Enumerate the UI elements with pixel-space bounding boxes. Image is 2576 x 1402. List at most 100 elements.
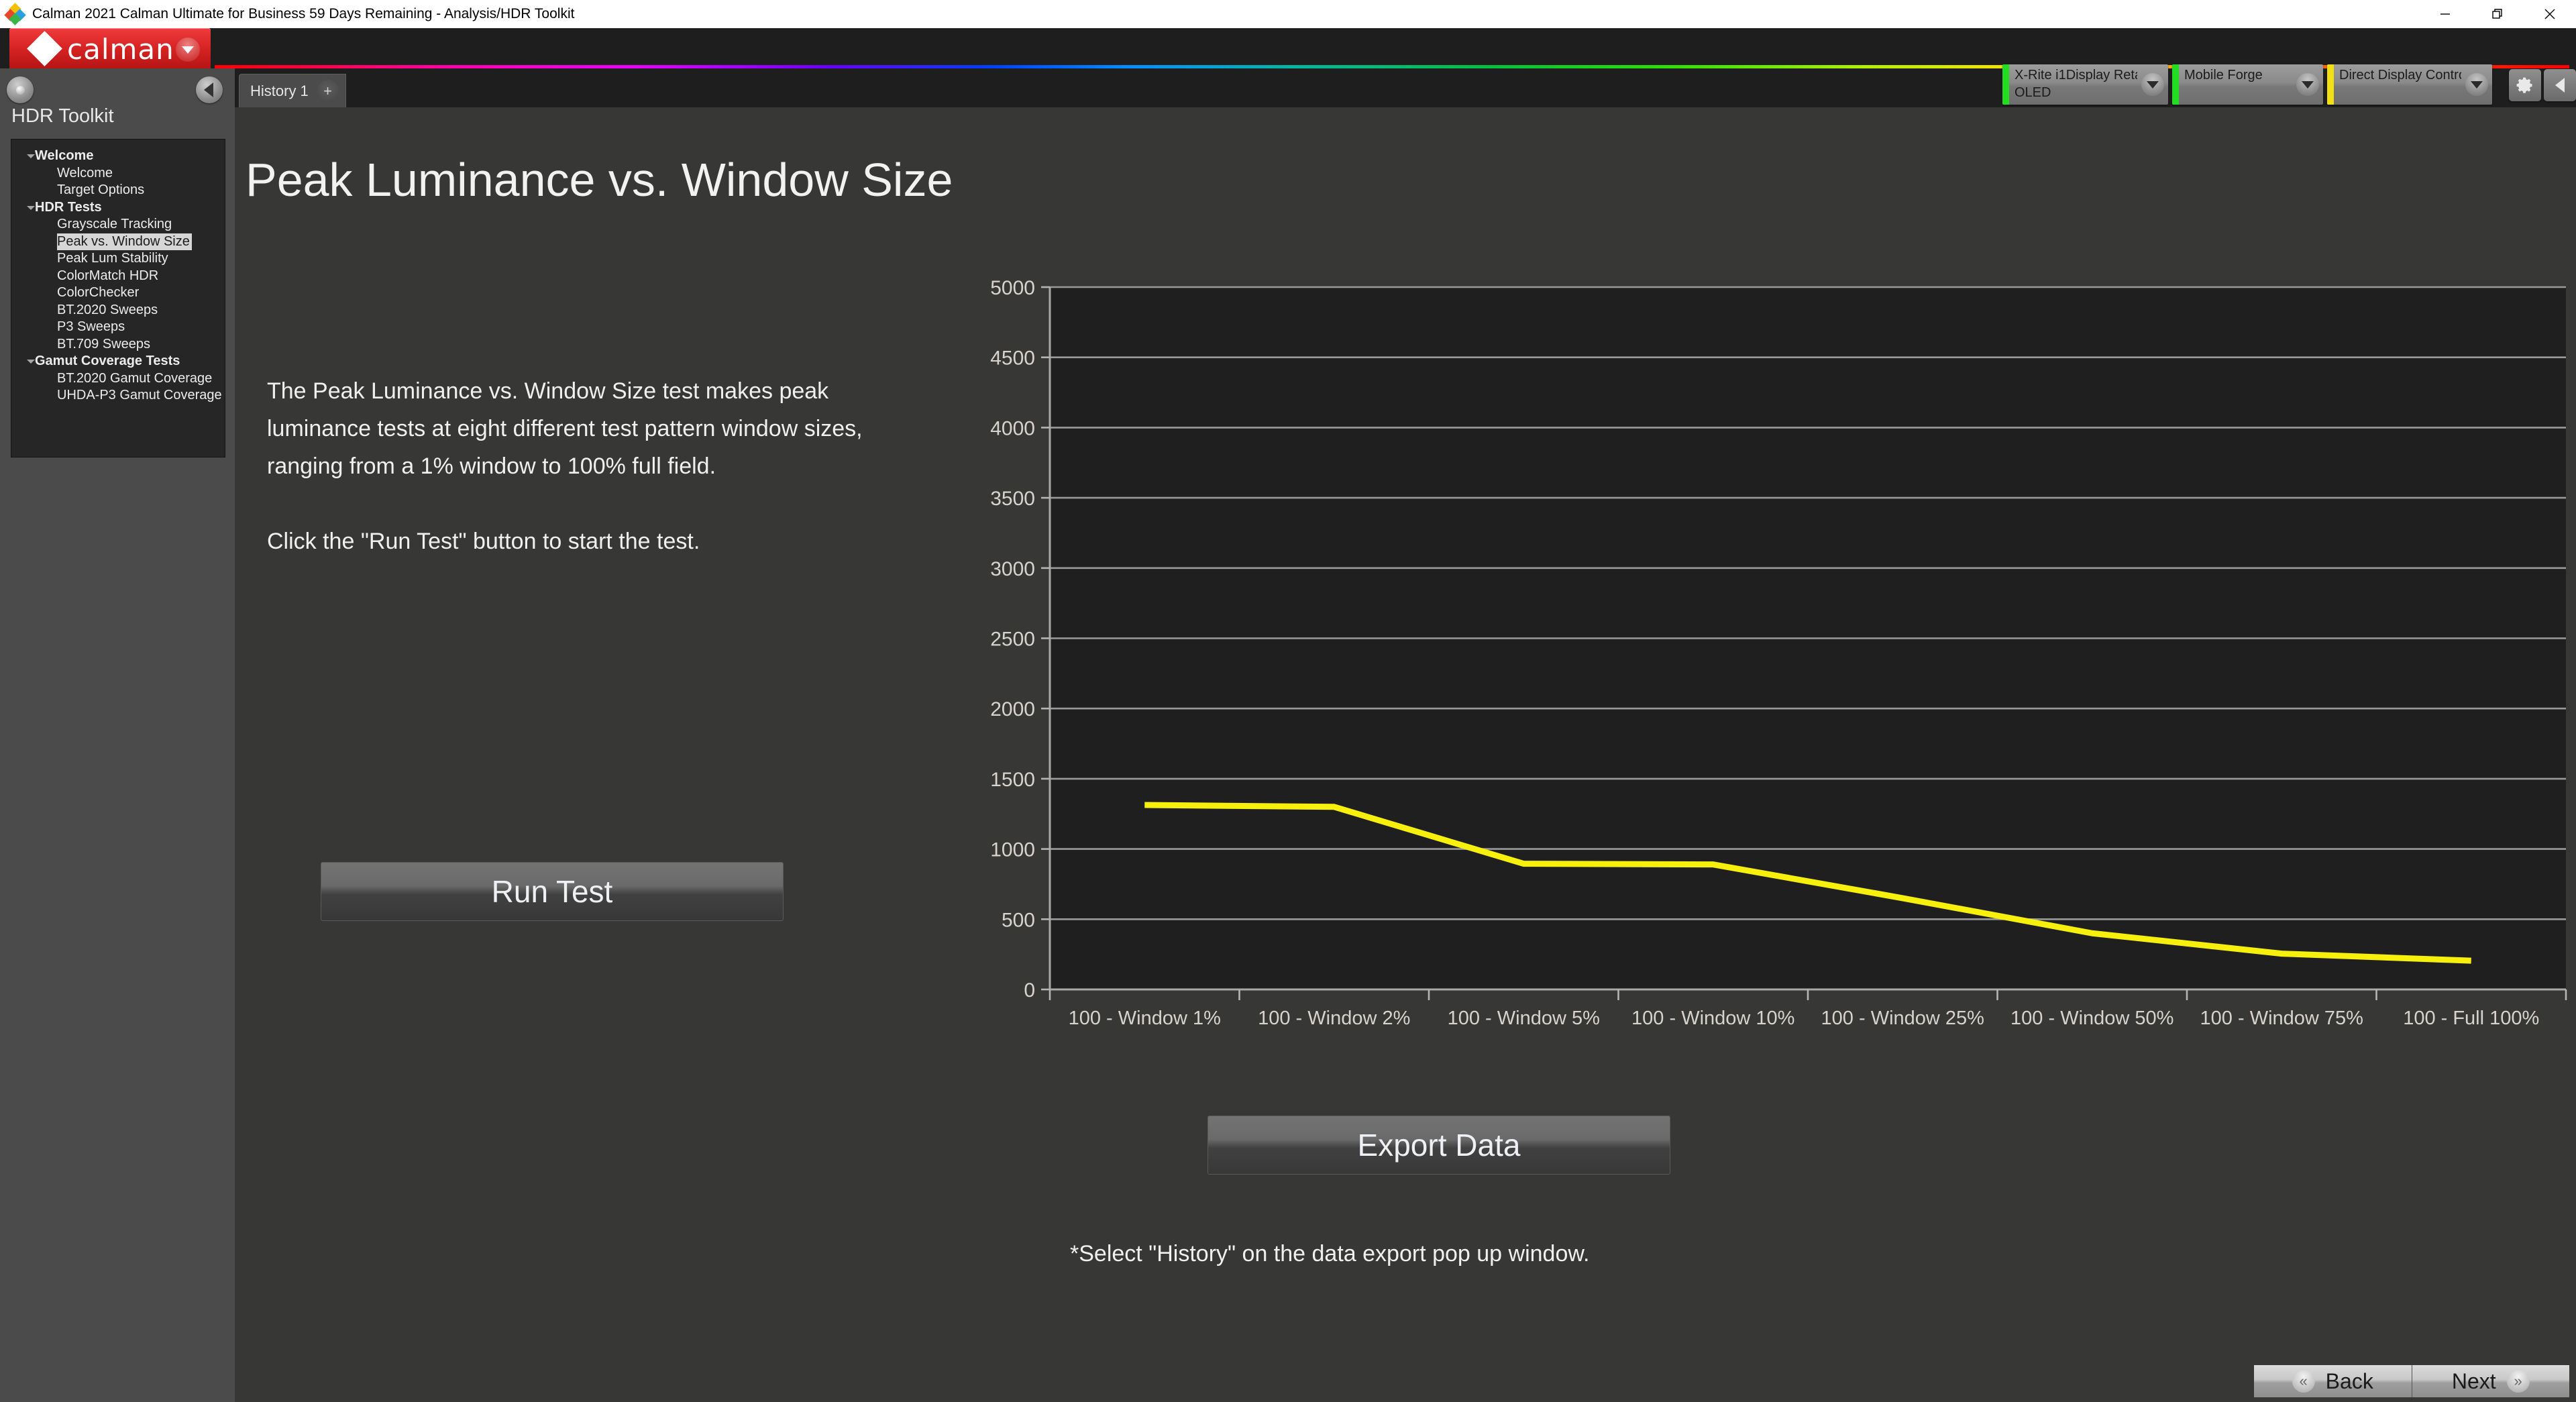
sidebar-item-p3-sweeps[interactable]: P3 Sweeps: [11, 319, 225, 336]
calman-brand-button[interactable]: calman: [9, 28, 211, 70]
chart-y-tick-label: 2000: [990, 698, 1035, 720]
chart-y-tick-label: 5000: [990, 277, 1035, 299]
next-button[interactable]: Next »: [2412, 1365, 2569, 1397]
sidebar-item-label: P3 Sweeps: [57, 319, 125, 334]
meter-selector-dropdown[interactable]: X-Rite i1Display Retail OLED: [2002, 64, 2168, 105]
close-icon: [2544, 9, 2555, 19]
chevron-down-icon: [182, 46, 194, 54]
sidebar-item-label: UHDA-P3 Gamut Coverage: [57, 388, 222, 402]
export-footnote: *Select "History" on the data export pop…: [1070, 1241, 1590, 1266]
source-selector-dropdown[interactable]: Mobile Forge: [2172, 64, 2323, 105]
sidebar-heading: HDR Toolkit: [11, 105, 114, 127]
sidebar-item-bt-709-sweeps[interactable]: BT.709 Sweeps: [11, 336, 225, 354]
sidebar-item-label: BT.709 Sweeps: [57, 336, 150, 352]
chart-y-tick-label: 3000: [990, 558, 1035, 580]
sidebar-item-uhda-p3-gamut-coverage[interactable]: UHDA-P3 Gamut Coverage: [11, 387, 225, 405]
control-dropdown-button[interactable]: [2461, 64, 2492, 105]
display-control-dropdown[interactable]: Direct Display Control: [2327, 64, 2492, 105]
sidebar-item-grayscale-tracking[interactable]: Grayscale Tracking: [11, 216, 225, 233]
sidebar-item-welcome[interactable]: Welcome: [11, 148, 225, 165]
sidebar-item-welcome[interactable]: Welcome: [11, 165, 225, 182]
sidebar-item-label: ColorMatch HDR: [57, 268, 159, 283]
chart-x-tick-label: 100 - Window 50%: [2010, 1008, 2174, 1029]
add-tab-button[interactable]: +: [310, 74, 346, 107]
sidebar-item-colorchecker[interactable]: ColorChecker: [11, 284, 225, 302]
sidebar-item-label: Welcome: [57, 165, 113, 180]
description-paragraph-2: Click the "Run Test" button to start the…: [267, 529, 700, 554]
gear-icon: [2516, 77, 2532, 93]
chevron-double-right-icon: »: [2506, 1370, 2530, 1393]
sidebar: HDR Toolkit Welcome Welcome Target Options…: [0, 68, 235, 1402]
app-logo-icon: [4, 3, 26, 25]
chart-y-tick-label: 1000: [990, 839, 1035, 861]
chart-y-tick-label: 4500: [990, 347, 1035, 370]
chart-y-tick-label: 4000: [990, 417, 1035, 439]
chart-x-tick-label: 100 - Window 5%: [1448, 1008, 1600, 1029]
sidebar-item-peak-vs-window-size[interactable]: Peak vs. Window Size: [11, 233, 225, 250]
sidebar-item-label: BT.2020 Sweeps: [57, 302, 158, 317]
description-paragraph-1: The Peak Luminance vs. Window Size test …: [267, 378, 863, 479]
sidebar-item-hdr-tests[interactable]: HDR Tests: [11, 199, 225, 217]
chart-x-tick-label: 100 - Window 2%: [1258, 1008, 1410, 1029]
wizard-navigation: « Back Next »: [2254, 1365, 2569, 1397]
sidebar-item-colormatch-hdr[interactable]: ColorMatch HDR: [11, 268, 225, 285]
chart-y-tick-label: 3500: [990, 488, 1035, 510]
chart-x-tick-label: 100 - Window 10%: [1631, 1008, 1794, 1029]
meter-labels: X-Rite i1Display Retail OLED: [2009, 64, 2137, 105]
sidebar-home-button[interactable]: [7, 76, 34, 103]
source-dropdown-button[interactable]: [2292, 64, 2323, 105]
sidebar-tree: Welcome Welcome Target Options HDR Tests Gra…: [11, 139, 225, 457]
run-test-button[interactable]: Run Test: [321, 862, 784, 921]
sidebar-item-label: Welcome: [35, 148, 94, 163]
chart-y-tick-label: 2500: [990, 629, 1035, 651]
sidebar-item-label: HDR Tests: [35, 199, 102, 215]
settings-button[interactable]: [2509, 69, 2541, 101]
sidebar-item-target-options[interactable]: Target Options: [11, 182, 225, 199]
main-content: Peak Luminance vs. Window Size Current R…: [235, 107, 2576, 1402]
chevron-down-icon: [2147, 80, 2159, 89]
calman-diamond-icon: [27, 31, 62, 66]
window-title: Calman 2021 Calman Ultimate for Business…: [32, 6, 575, 21]
export-data-button[interactable]: Export Data: [1208, 1116, 1670, 1175]
sidebar-item-label: Peak Lum Stability: [57, 251, 168, 266]
sidebar-item-label: Gamut Coverage Tests: [35, 354, 180, 368]
test-description: The Peak Luminance vs. Window Size test …: [267, 372, 911, 560]
close-button[interactable]: [2524, 0, 2576, 28]
restore-button[interactable]: [2471, 0, 2524, 28]
sidebar-item-label: ColorChecker: [57, 285, 140, 300]
source-labels: Mobile Forge: [2179, 64, 2292, 105]
chevron-left-icon: [2555, 78, 2565, 93]
sidebar-item-label: Grayscale Tracking: [57, 217, 172, 231]
chart-x-tick-label: 100 - Window 75%: [2200, 1008, 2363, 1029]
brand-dropdown-button[interactable]: [176, 38, 200, 62]
sidebar-item-bt-2020-gamut-coverage[interactable]: BT.2020 Gamut Coverage: [11, 370, 225, 388]
peak-luminance-chart: 0 500 1000 1500 2000 2500 3000 3500 4000 4500 5000…: [959, 268, 2569, 1060]
next-label: Next: [2451, 1368, 2496, 1393]
chart-y-tick-label: 1500: [990, 769, 1035, 791]
sidebar-item-label: BT.2020 Gamut Coverage: [57, 370, 213, 386]
minimize-icon: [2440, 13, 2450, 15]
chevron-collapse-icon: [27, 154, 35, 158]
sidebar-item-gamut-coverage-tests[interactable]: Gamut Coverage Tests: [11, 353, 225, 370]
chart-y-tick-label: 500: [1002, 909, 1035, 931]
back-button[interactable]: « Back: [2254, 1365, 2412, 1397]
chevron-collapse-icon: [27, 360, 35, 364]
control-status-indicator: [2327, 64, 2334, 105]
sidebar-item-label: Peak vs. Window Size: [57, 233, 192, 250]
meter-status-indicator: [2002, 64, 2009, 105]
chart-x-tick-label: 100 - Window 25%: [1821, 1008, 1984, 1029]
sidebar-item-label: Target Options: [57, 182, 145, 197]
source-name: Mobile Forge: [2184, 68, 2263, 83]
sidebar-collapse-button[interactable]: [196, 76, 223, 103]
sidebar-item-peak-lum-stability[interactable]: Peak Lum Stability: [11, 250, 225, 268]
chevron-left-icon: [203, 83, 213, 97]
sidebar-item-bt-2020-sweeps[interactable]: BT.2020 Sweeps: [11, 302, 225, 319]
meter-mode: OLED: [2015, 85, 2051, 100]
meter-dropdown-button[interactable]: [2137, 64, 2168, 105]
panel-toggle-button[interactable]: [2544, 69, 2576, 101]
restore-icon: [2492, 9, 2502, 19]
chart-y-tick-label: 0: [1024, 979, 1035, 1002]
chevron-double-left-icon: «: [2292, 1370, 2315, 1393]
minimize-button[interactable]: [2419, 0, 2471, 28]
tab-history-1[interactable]: History 1: [239, 74, 320, 107]
